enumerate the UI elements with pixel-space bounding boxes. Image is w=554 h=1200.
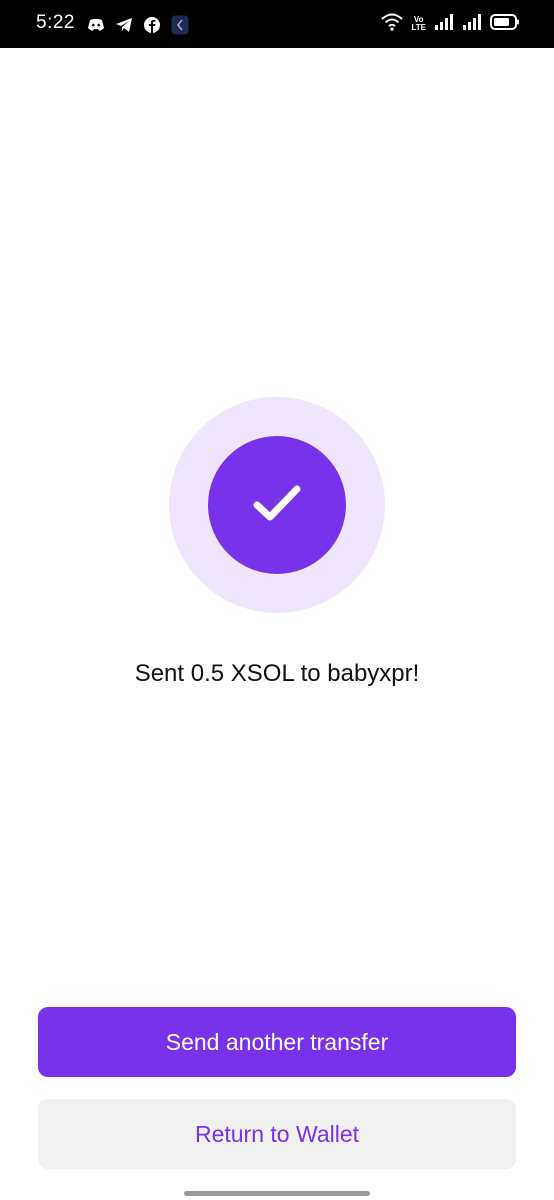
facebook-icon bbox=[142, 15, 162, 35]
app-back-icon bbox=[170, 15, 190, 35]
status-system-icons: Vo LTE bbox=[381, 13, 520, 35]
volte-icon: Vo LTE bbox=[411, 16, 426, 32]
wifi-icon bbox=[381, 13, 404, 36]
signal-icon bbox=[434, 13, 454, 36]
success-icon-halo bbox=[169, 397, 385, 613]
home-indicator[interactable] bbox=[184, 1191, 370, 1196]
signal-icon bbox=[462, 13, 482, 36]
success-message: Sent 0.5 XSOL to babyxpr! bbox=[134, 660, 420, 687]
status-time: 5:22 bbox=[36, 12, 75, 33]
telegram-icon bbox=[114, 15, 134, 35]
checkmark-icon bbox=[251, 483, 303, 528]
status-bar: 5:22 Vo LTE bbox=[0, 0, 554, 48]
return-to-wallet-button[interactable]: Return to Wallet bbox=[38, 1099, 516, 1169]
screen: 5:22 Vo LTE Sent 0.5 XSOL to babyxpr! Se… bbox=[0, 0, 554, 1200]
battery-icon bbox=[490, 13, 520, 36]
status-notification-icons bbox=[86, 14, 190, 36]
volte-bottom-text: LTE bbox=[411, 23, 426, 32]
success-icon-circle bbox=[208, 436, 346, 574]
discord-icon bbox=[86, 15, 106, 35]
send-another-transfer-button[interactable]: Send another transfer bbox=[38, 1007, 516, 1077]
